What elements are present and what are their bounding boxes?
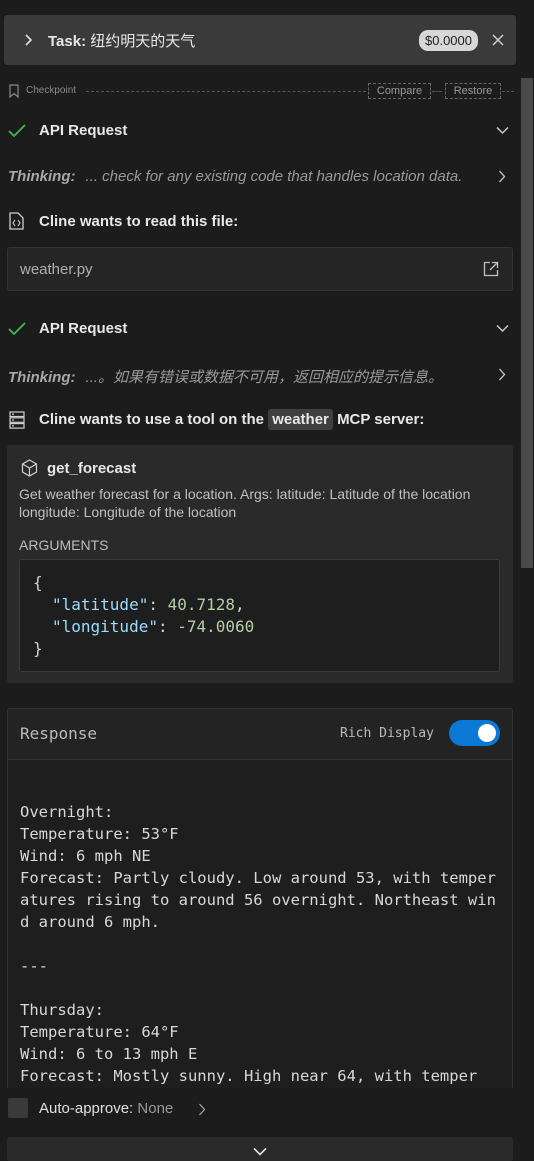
compare-button[interactable]: Compare — [368, 83, 431, 99]
checkpoint-row: Checkpoint Compare Restore — [8, 82, 514, 102]
server-icon — [9, 411, 25, 429]
check-icon — [8, 124, 26, 138]
cost-badge: $0.0000 — [419, 29, 478, 51]
arguments-label: ARGUMENTS — [19, 537, 109, 553]
read-file-label: Cline wants to read this file: — [39, 213, 239, 230]
json-brace: } — [33, 639, 43, 658]
expand-bar[interactable] — [7, 1137, 513, 1161]
thinking-row[interactable]: Thinking: ... check for any existing code… — [8, 168, 462, 185]
mcp-tool-label: Cline wants to use a tool on the weather… — [39, 409, 425, 430]
open-external-icon[interactable] — [483, 261, 499, 277]
json-key: "latitude" — [52, 595, 149, 614]
auto-approve-value: None — [137, 1100, 174, 1117]
auto-approve-checkbox[interactable] — [8, 1098, 28, 1118]
chevron-right-icon[interactable] — [498, 170, 506, 183]
api-request-label: API Request — [39, 320, 128, 337]
file-name: weather.py — [20, 261, 93, 278]
file-path-box[interactable]: weather.py — [7, 247, 513, 291]
file-code-icon — [9, 212, 24, 230]
json-value: -74.0060 — [177, 617, 255, 636]
json-brace: { — [33, 573, 43, 592]
thinking-label: Thinking: — [8, 168, 76, 185]
scrollbar-thumb[interactable] — [521, 78, 533, 568]
response-panel: Response Rich Display Overnight: Tempera… — [7, 708, 513, 1108]
close-icon[interactable] — [492, 34, 504, 46]
checkpoint-divider — [432, 91, 442, 92]
thinking-text: ...。如果有错误或数据不可用，返回相应的提示信息。 — [85, 369, 444, 386]
rich-display-toggle[interactable] — [449, 720, 500, 746]
checkpoint-divider — [502, 91, 514, 92]
bookmark-icon — [9, 84, 19, 98]
chevron-right-icon — [25, 34, 33, 46]
response-header: Response Rich Display — [8, 709, 512, 760]
toggle-knob — [478, 724, 496, 742]
task-header[interactable]: Task: 纽约明天的天气 $0.0000 — [4, 15, 516, 65]
json-value: 40.7128 — [167, 595, 236, 614]
api-request-label: API Request — [39, 122, 128, 139]
response-body: Overnight: Temperature: 53°F Wind: 6 mph… — [20, 803, 496, 1085]
chevron-down-icon[interactable] — [496, 324, 509, 333]
chevron-down-icon[interactable] — [253, 1147, 267, 1156]
restore-button[interactable]: Restore — [445, 83, 501, 99]
arguments-code: { "latitude": 40.7128, "longitude": -74.… — [19, 559, 500, 672]
auto-approve-label: Auto-approve: — [39, 1100, 134, 1117]
json-key: "longitude" — [52, 617, 158, 636]
response-label: Response — [20, 724, 98, 743]
task-title: Task: 纽约明天的天气 — [48, 32, 196, 50]
auto-approve-row[interactable]: Auto-approve: None — [39, 1100, 173, 1117]
tool-name: get_forecast — [47, 460, 137, 477]
cube-icon — [21, 459, 38, 477]
bottom-bar: Auto-approve: None — [0, 1088, 534, 1161]
thinking-row[interactable]: Thinking: ...。如果有错误或数据不可用，返回相应的提示信息。 — [8, 366, 443, 387]
thinking-text: ... check for any existing code that han… — [85, 168, 463, 185]
checkpoint-divider — [86, 91, 366, 92]
checkpoint-label: Checkpoint — [26, 85, 77, 96]
tool-description: Get weather forecast for a location. Arg… — [19, 486, 471, 520]
mcp-server-name: weather — [268, 409, 333, 430]
chevron-down-icon[interactable] — [496, 126, 509, 135]
thinking-label: Thinking: — [8, 369, 76, 386]
check-icon — [8, 322, 26, 336]
rich-display-label: Rich Display — [340, 726, 434, 741]
chevron-right-icon[interactable] — [198, 1103, 206, 1116]
chevron-right-icon[interactable] — [498, 368, 506, 381]
